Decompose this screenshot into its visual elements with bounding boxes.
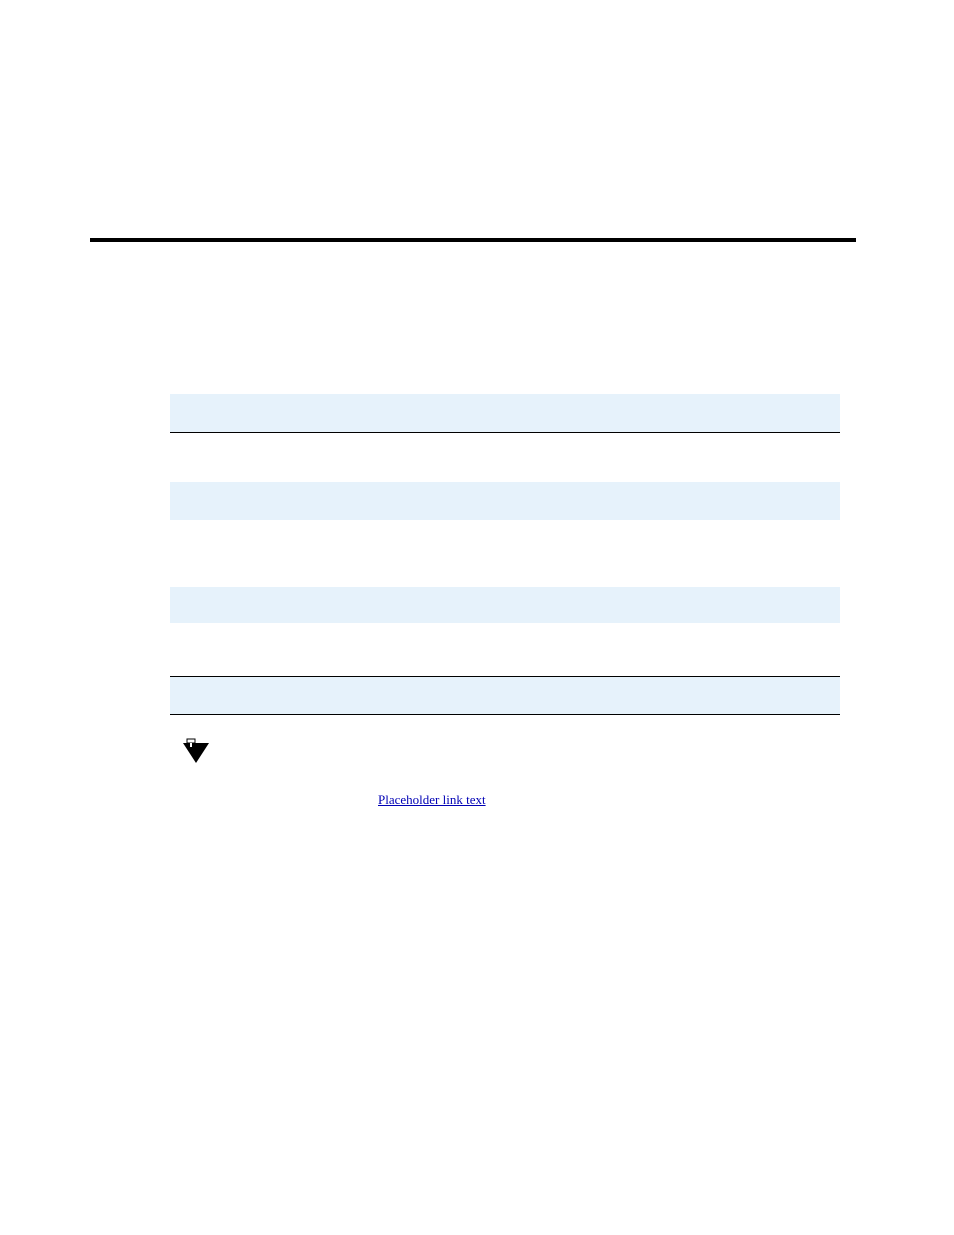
document-page: Placeholder link text — [0, 0, 954, 1235]
inline-hyperlink[interactable]: Placeholder link text — [378, 792, 486, 808]
shaded-row-3 — [170, 587, 840, 623]
shaded-row-4 — [170, 676, 840, 715]
header-rule — [90, 238, 856, 242]
shaded-row-2 — [170, 482, 840, 520]
shaded-row-1 — [170, 394, 840, 433]
downward-triangle-icon — [181, 737, 211, 767]
